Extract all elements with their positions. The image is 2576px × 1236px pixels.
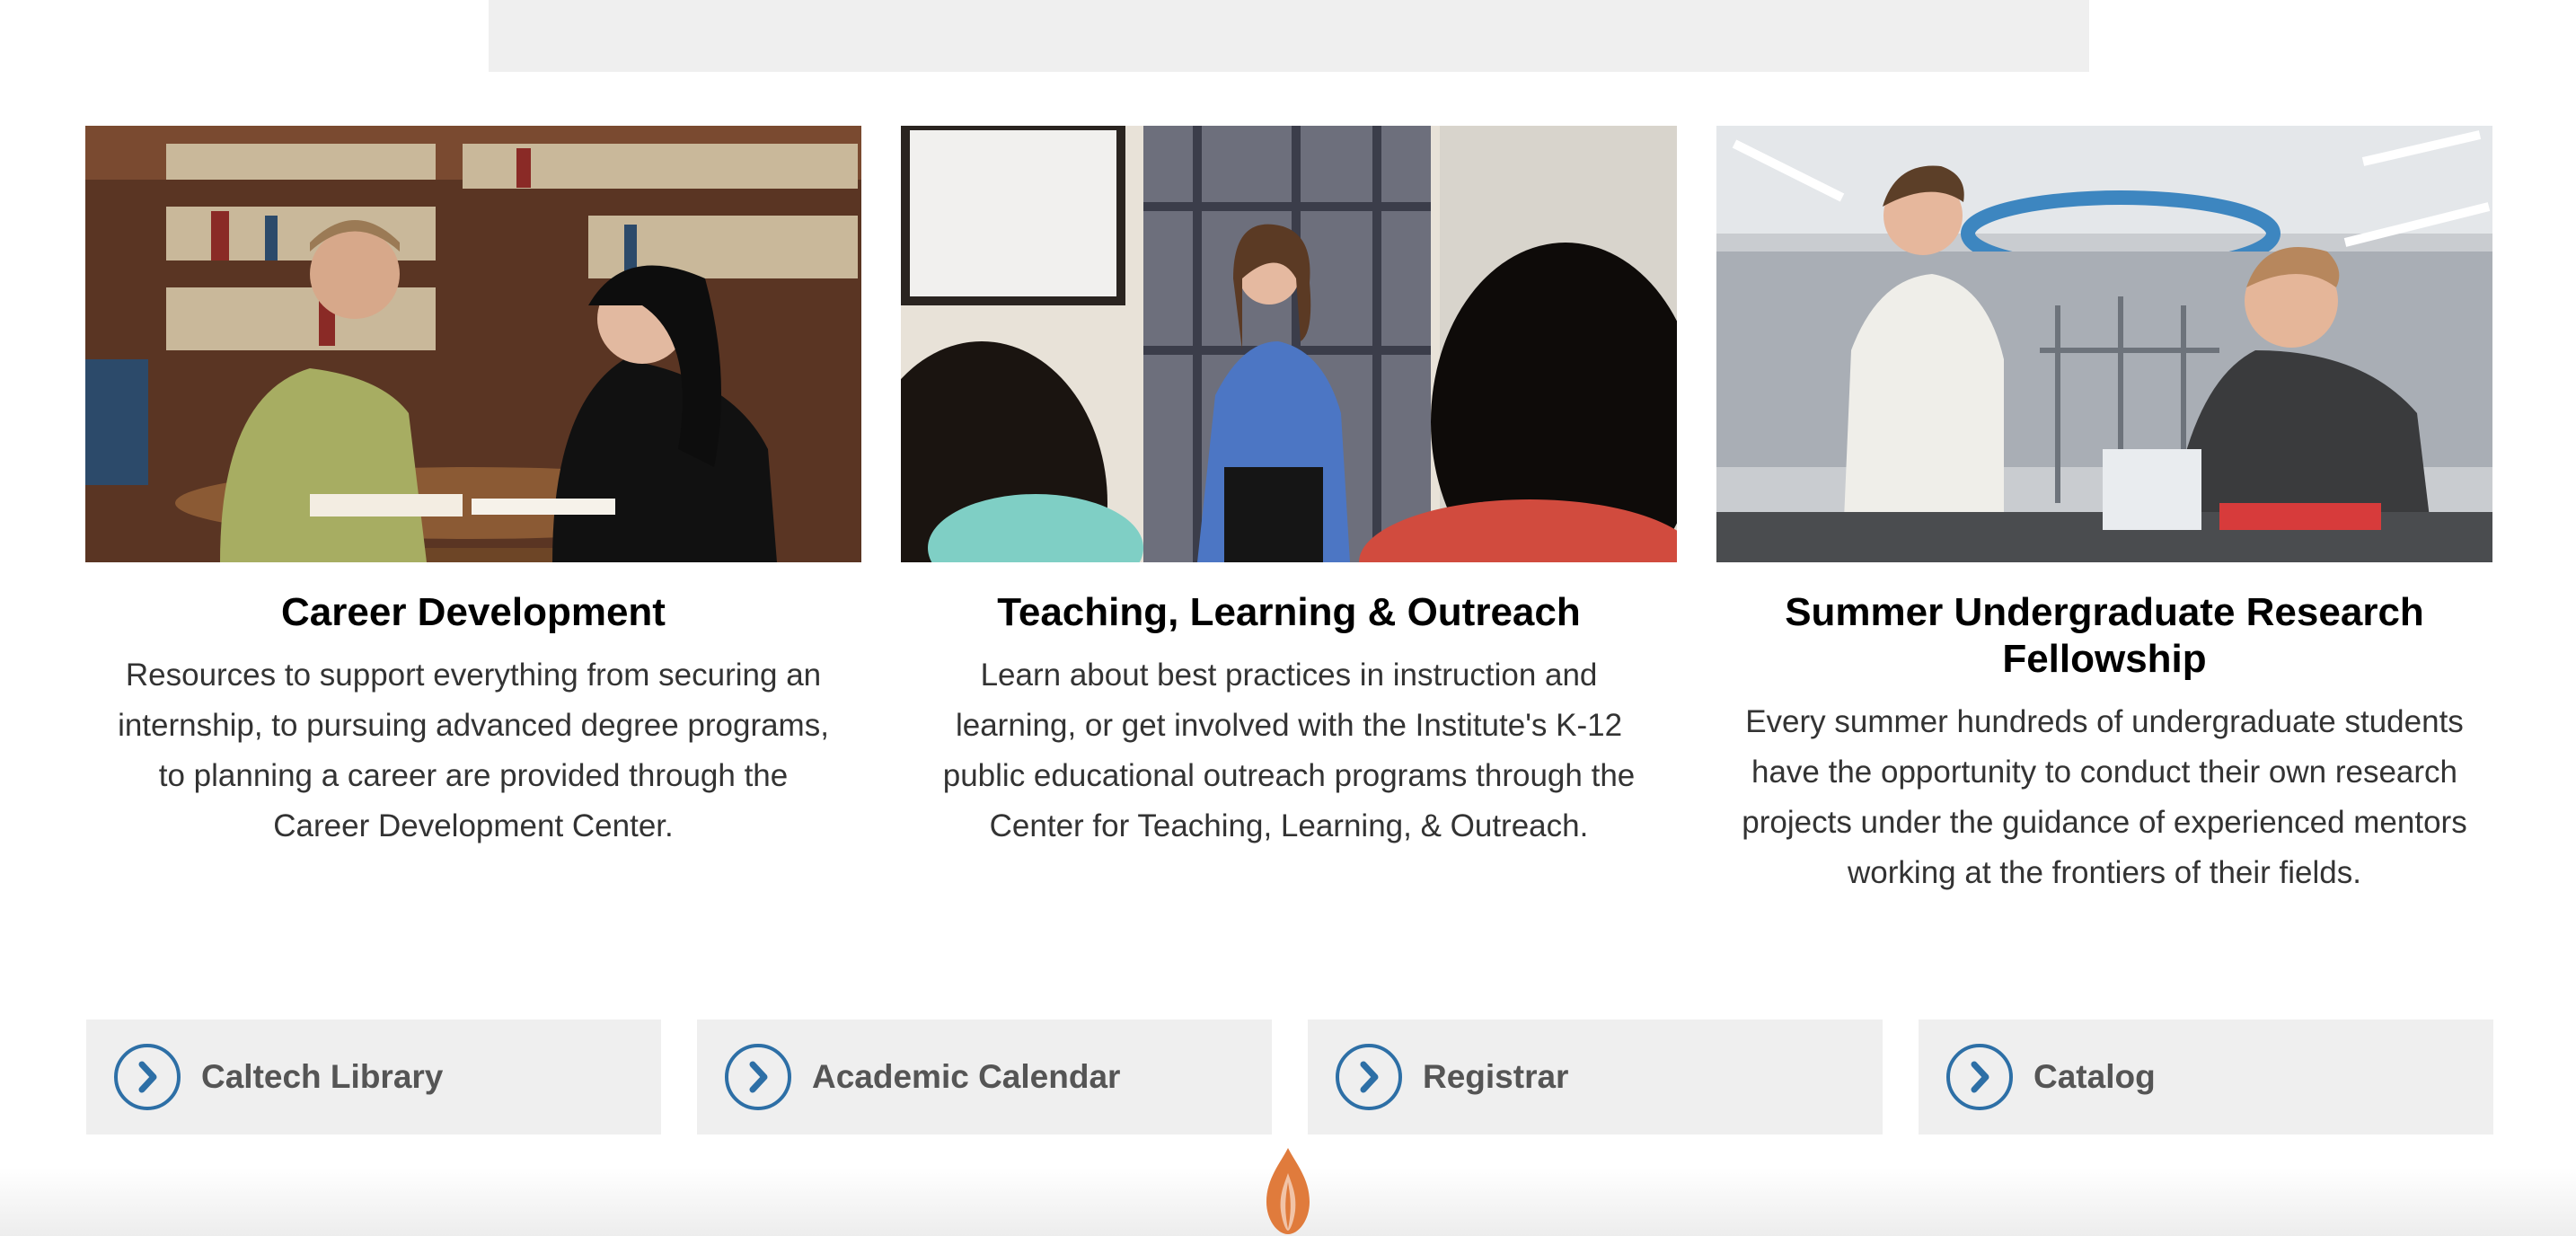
chevron-right-circle-icon [114,1044,181,1110]
classroom-photo [901,126,1677,562]
card-surf: Summer Undergraduate Research Fellowship… [1716,126,2492,898]
card-description: Every summer hundreds of undergraduate s… [1742,704,2467,890]
top-banner [489,0,2089,72]
lab-photo [1716,126,2492,562]
card-title[interactable]: Career Development [103,589,843,636]
flame-logo-icon[interactable] [1254,1146,1322,1236]
card-description: Resources to support everything from sec… [118,658,829,843]
link-label: Academic Calendar [812,1058,1121,1095]
card-image-career-development[interactable] [85,126,861,562]
quick-links: Caltech Library Academic Calendar Regist… [86,1020,2493,1134]
link-label: Catalog [2033,1058,2156,1095]
card-title[interactable]: Summer Undergraduate Research Fellowship [1734,589,2475,683]
card-title[interactable]: Teaching, Learning & Outreach [919,589,1659,636]
chevron-right-circle-icon [725,1044,791,1110]
link-label: Registrar [1423,1058,1569,1095]
library-photo [85,126,861,562]
card-description: Learn about best practices in instructio… [942,658,1636,843]
chevron-right-circle-icon [1946,1044,2013,1110]
feature-cards: Career Development Resources to support … [85,126,2492,898]
link-catalog[interactable]: Catalog [1919,1020,2493,1134]
link-label: Caltech Library [201,1058,444,1095]
card-teaching-learning-outreach: Teaching, Learning & Outreach Learn abou… [901,126,1677,898]
card-image-teaching[interactable] [901,126,1677,562]
link-academic-calendar[interactable]: Academic Calendar [697,1020,1272,1134]
card-image-surf[interactable] [1716,126,2492,562]
chevron-right-circle-icon [1336,1044,1402,1110]
link-caltech-library[interactable]: Caltech Library [86,1020,661,1134]
link-registrar[interactable]: Registrar [1308,1020,1883,1134]
card-career-development: Career Development Resources to support … [85,126,861,898]
